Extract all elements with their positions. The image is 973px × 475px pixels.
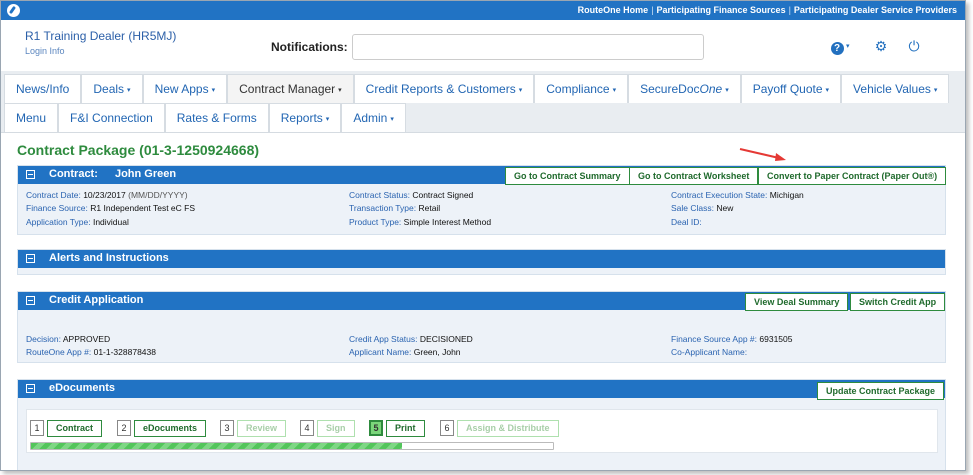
finance-sources-link[interactable]: Participating Finance Sources: [657, 5, 786, 15]
finance-source-field: Finance Source: R1 Independent Test eC F…: [26, 203, 196, 213]
finance-source-app-field: Finance Source App #: 6931505: [671, 334, 793, 344]
main-nav: News/Info Deals ▾ New Apps ▾ Contract Mana…: [1, 71, 965, 133]
step-number: 2: [117, 420, 131, 436]
step-number-current: 5: [369, 420, 383, 436]
contract-date-field: Contract Date: 10/23/2017 (MM/DD/YYYY): [26, 190, 188, 200]
switch-credit-app-button[interactable]: Switch Credit App: [850, 293, 946, 311]
workflow-steps: 1 Contract 2 eDocuments 3 Review 4 Sign …: [26, 409, 938, 453]
edocuments-panel-header: eDocuments: [18, 380, 945, 398]
collapse-icon[interactable]: [26, 296, 35, 305]
dealer-name[interactable]: R1 Training Dealer (HR5MJ): [25, 29, 176, 43]
go-to-contract-worksheet-button[interactable]: Go to Contract Worksheet: [629, 167, 759, 185]
step-number: 6: [440, 420, 454, 436]
tab-contract-manager[interactable]: Contract Manager ▾: [227, 74, 354, 103]
top-links: RouteOne Home | Participating Finance Sour…: [577, 5, 957, 15]
gear-icon[interactable]: ⚙: [873, 38, 889, 54]
transaction-type-field: Transaction Type: Retail: [349, 203, 441, 213]
power-icon[interactable]: ⏻: [906, 38, 922, 54]
contract-panel: Contract: John Green Go to Contract Summ…: [17, 165, 947, 235]
alerts-panel-header: Alerts and Instructions: [18, 250, 945, 268]
top-bar: RouteOne Home | Participating Finance Sour…: [1, 1, 965, 20]
tab-fi-connection[interactable]: F&I Connection: [58, 103, 165, 132]
credit-application-panel: Credit Application View Deal Summary Swi…: [17, 291, 946, 363]
go-to-contract-summary-button[interactable]: Go to Contract Summary: [505, 167, 630, 185]
notifications-box[interactable]: [352, 34, 704, 60]
notifications-label: Notifications:: [271, 40, 348, 54]
product-type-field: Product Type: Simple Interest Method: [349, 217, 492, 227]
alerts-title: Alerts and Instructions: [49, 252, 169, 264]
edocuments-title: eDocuments: [49, 382, 116, 394]
tab-rates-forms[interactable]: Rates & Forms: [164, 103, 269, 132]
tab-compliance[interactable]: Compliance ▾: [534, 74, 629, 103]
annotation-arrow-icon: [739, 148, 786, 161]
application-type-field: Application Type: Individual: [26, 217, 129, 227]
page-title: Contract Package (01-3-1250924668): [17, 142, 260, 158]
chevron-down-icon: ▾: [612, 87, 617, 94]
decision-field: Decision: APPROVED: [26, 334, 111, 344]
update-contract-package-button[interactable]: Update Contract Package: [817, 382, 945, 400]
chevron-down-icon: ▾: [211, 87, 216, 94]
tab-deals[interactable]: Deals ▾: [81, 74, 143, 103]
routeone-home-link[interactable]: RouteOne Home: [578, 5, 649, 15]
chevron-down-icon: ▾: [338, 87, 342, 94]
tab-admin[interactable]: Admin ▾: [341, 103, 406, 132]
login-info-link[interactable]: Login Info: [25, 46, 65, 56]
routeone-logo-icon: [7, 4, 20, 17]
tab-menu[interactable]: Menu: [4, 103, 59, 132]
help-icon[interactable]: ?: [829, 38, 845, 55]
collapse-icon[interactable]: [26, 254, 35, 263]
dealer-service-providers-link[interactable]: Participating Dealer Service Providers: [794, 5, 957, 15]
customer-name: John Green: [114, 168, 177, 180]
step-print-button[interactable]: Print: [386, 420, 425, 437]
collapse-icon[interactable]: [26, 170, 35, 179]
step-review-button[interactable]: Review: [237, 420, 287, 437]
tab-securedoc-one[interactable]: SecureDocOne ▾: [628, 74, 741, 103]
step-edocuments-button[interactable]: eDocuments: [134, 420, 207, 437]
step-assign-distribute-button[interactable]: Assign & Distribute: [457, 420, 559, 437]
applicant-name-field: Applicant Name: Green, John: [349, 347, 461, 357]
main-content: Contract Package (01-3-1250924668) Contr…: [1, 133, 965, 470]
step-number: 3: [220, 420, 234, 436]
chevron-down-icon: ▾: [933, 87, 938, 94]
convert-to-paper-contract-button[interactable]: Convert to Paper Contract (Paper Out®): [758, 167, 947, 185]
credit-title: Credit Application: [49, 294, 144, 306]
step-number: 1: [30, 420, 44, 436]
view-deal-summary-button[interactable]: View Deal Summary: [745, 293, 849, 311]
step-contract-button[interactable]: Contract: [47, 420, 103, 437]
step-number: 4: [300, 420, 314, 436]
chevron-down-icon[interactable]: ▾: [846, 42, 850, 50]
collapse-icon[interactable]: [26, 384, 35, 393]
chevron-down-icon: ▾: [390, 116, 394, 123]
routeone-app-field: RouteOne App #: 01-1-328878438: [26, 347, 156, 357]
chevron-down-icon: ▾: [127, 87, 131, 94]
chevron-down-icon: ▾: [325, 116, 330, 123]
progress-bar: [30, 442, 554, 450]
app-window: RouteOne Home | Participating Finance Sour…: [0, 0, 966, 471]
credit-app-status-field: Credit App Status: DECISIONED: [349, 334, 473, 344]
chevron-down-icon: ▾: [725, 87, 729, 94]
tab-credit-reports-customers[interactable]: Credit Reports & Customers ▾: [353, 74, 535, 103]
progress-fill: [31, 443, 402, 449]
step-sign-button[interactable]: Sign: [317, 420, 355, 437]
execution-state-field: Contract Execution State: Michigan: [671, 190, 804, 200]
tab-reports[interactable]: Reports ▾: [268, 103, 342, 132]
chevron-down-icon: ▾: [825, 87, 830, 94]
alerts-panel: Alerts and Instructions: [17, 249, 946, 275]
tab-payoff-quote[interactable]: Payoff Quote ▾: [740, 74, 842, 103]
sale-class-field: Sale Class: New: [671, 203, 734, 213]
co-applicant-field: Co-Applicant Name:: [671, 347, 748, 357]
tab-new-apps[interactable]: New Apps ▾: [142, 74, 228, 103]
edocuments-panel: eDocuments Update Contract Package 1 Con…: [17, 379, 946, 470]
deal-id-field: Deal ID:: [671, 217, 702, 227]
contract-status-field: Contract Status: Contract Signed: [349, 190, 474, 200]
contract-label: Contract:: [49, 168, 98, 180]
chevron-down-icon: ▾: [518, 87, 523, 94]
tab-news-info[interactable]: News/Info: [4, 74, 82, 103]
tab-vehicle-values[interactable]: Vehicle Values ▾: [841, 74, 950, 103]
